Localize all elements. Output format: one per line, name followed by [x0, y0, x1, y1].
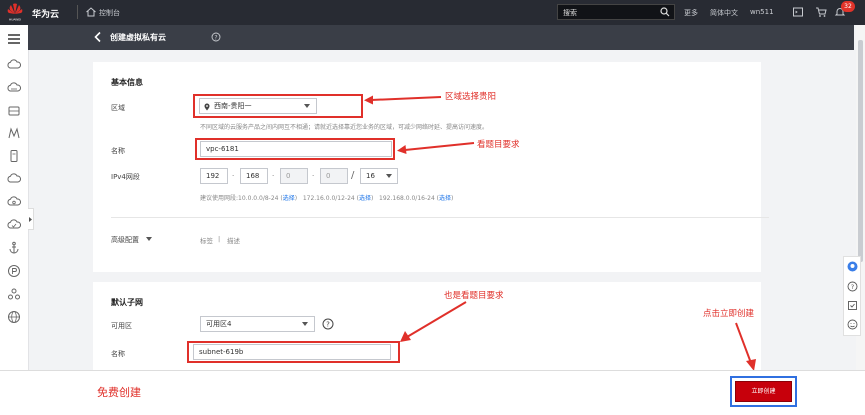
left-sidebar — [0, 25, 29, 414]
svg-text:?: ? — [214, 34, 217, 41]
annotation-box-region — [193, 94, 363, 118]
user-menu[interactable]: wn511 — [750, 8, 774, 16]
advanced-config-toggle[interactable]: 高级配置 — [111, 235, 139, 245]
advanced-desc: 描述 — [227, 237, 240, 245]
help-icon[interactable]: ? — [322, 318, 334, 330]
cloud-security-icon[interactable] — [6, 217, 22, 233]
help-icon[interactable]: ? — [847, 281, 858, 292]
cloud-service-icon[interactable] — [6, 171, 22, 187]
svg-text:?: ? — [851, 283, 854, 291]
feedback-icon[interactable] — [847, 319, 858, 330]
annotation-name: 看题目要求 — [477, 140, 520, 150]
select-cidr-172-link[interactable]: 选择 — [359, 195, 371, 202]
divider — [77, 5, 78, 19]
database-icon[interactable] — [6, 103, 22, 119]
cidr-suggestions: 建议使用网段:10.0.0.0/8-24 (选择) 172.16.0.0/12-… — [200, 195, 454, 202]
language-switch[interactable]: 简体中文 — [710, 8, 738, 18]
console-link[interactable]: 控制台 — [99, 8, 120, 18]
annotation-region: 区域选择贵阳 — [445, 92, 497, 102]
region-hint: 不同区域的云服务产品之间内网互不相通；请就近选择靠近您业务的区域，可减少网络时延… — [200, 124, 489, 131]
sidebar-collapse-handle[interactable] — [28, 208, 34, 230]
cart-icon[interactable] — [815, 6, 827, 18]
brand-name[interactable]: 华为云 — [32, 7, 59, 20]
message-icon[interactable] — [792, 6, 804, 18]
platform-icon[interactable] — [6, 263, 22, 279]
subnet-name-label: 名称 — [111, 350, 125, 358]
free-create-text: 免费创建 — [97, 386, 141, 399]
cloud-icon[interactable] — [6, 80, 22, 96]
cloud-server-icon[interactable] — [6, 57, 22, 73]
globe-icon[interactable] — [6, 309, 22, 325]
select-cidr-192-link[interactable]: 选择 — [439, 195, 451, 202]
cluster-icon[interactable] — [6, 286, 22, 302]
annotation-subnet: 也是看题目要求 — [444, 291, 504, 301]
ip-octet-1[interactable]: 192 — [200, 168, 228, 184]
ip-octet-3: 0 — [280, 168, 308, 184]
ip-separator: · — [312, 172, 315, 180]
create-now-button[interactable]: 立即创建 — [735, 381, 792, 402]
annotation-arrow-icon — [397, 142, 475, 154]
chevron-right-icon — [29, 217, 32, 222]
cloud-backup-icon[interactable] — [6, 194, 22, 210]
network-icon[interactable] — [6, 125, 22, 141]
select-cidr-10-link[interactable]: 选择 — [283, 195, 295, 202]
annotation-create: 点击立即创建 — [703, 309, 755, 319]
dropdown-caret-icon — [302, 322, 308, 326]
annotation-arrow-icon — [735, 322, 756, 371]
az-label: 可用区 — [111, 322, 132, 330]
ip-separator: · — [272, 172, 275, 180]
mask-separator: / — [351, 170, 355, 181]
ip-separator: · — [232, 172, 235, 180]
search-input[interactable]: 搜索 — [557, 4, 675, 20]
divider — [111, 217, 769, 218]
page-header: 创建虚拟私有云 ? — [28, 25, 854, 50]
ip-octet-2[interactable]: 168 — [240, 168, 268, 184]
right-float-toolbar: ? — [843, 256, 861, 336]
anchor-icon[interactable] — [6, 240, 22, 256]
huawei-logo-icon[interactable]: HUAWEI — [5, 2, 25, 22]
search-icon[interactable] — [660, 7, 670, 17]
dropdown-caret-icon[interactable] — [146, 237, 152, 241]
search-placeholder: 搜索 — [563, 9, 577, 17]
page-title: 创建虚拟私有云 — [110, 33, 166, 42]
back-arrow-icon[interactable] — [93, 31, 103, 43]
ip-octet-4: 0 — [320, 168, 348, 184]
annotation-box-name — [195, 138, 395, 160]
advanced-tags: 标签 — [200, 237, 213, 245]
ipv4-label: IPv4网段 — [111, 173, 140, 181]
subnet-section-title: 默认子网 — [111, 298, 143, 307]
top-navigation-bar: HUAWEI 华为云 控制台 搜索 更多 简体中文 wn511 32 — [0, 0, 865, 25]
basic-info-title: 基本信息 — [111, 78, 143, 87]
annotation-arrow-icon — [364, 95, 442, 105]
annotation-arrow-icon — [400, 301, 467, 342]
availability-zone-select[interactable]: 可用区4 — [200, 316, 315, 332]
name-label: 名称 — [111, 147, 125, 155]
advanced-separator: | — [218, 235, 221, 243]
scrollbar-thumb[interactable] — [858, 40, 863, 262]
svg-text:HUAWEI: HUAWEI — [9, 18, 21, 22]
edit-icon[interactable] — [847, 300, 858, 311]
notification-badge: 32 — [841, 1, 855, 12]
customer-service-icon[interactable] — [847, 261, 858, 272]
help-icon[interactable]: ? — [211, 32, 221, 42]
storage-icon[interactable] — [6, 148, 22, 164]
annotation-box-subnet — [187, 341, 400, 363]
svg-text:?: ? — [326, 321, 330, 329]
more-menu[interactable]: 更多 — [684, 8, 698, 18]
dropdown-caret-icon — [386, 174, 392, 178]
region-label: 区域 — [111, 104, 125, 112]
home-icon[interactable] — [85, 6, 97, 18]
subnet-mask-select[interactable]: 16 — [360, 168, 398, 184]
menu-icon[interactable] — [6, 31, 22, 47]
